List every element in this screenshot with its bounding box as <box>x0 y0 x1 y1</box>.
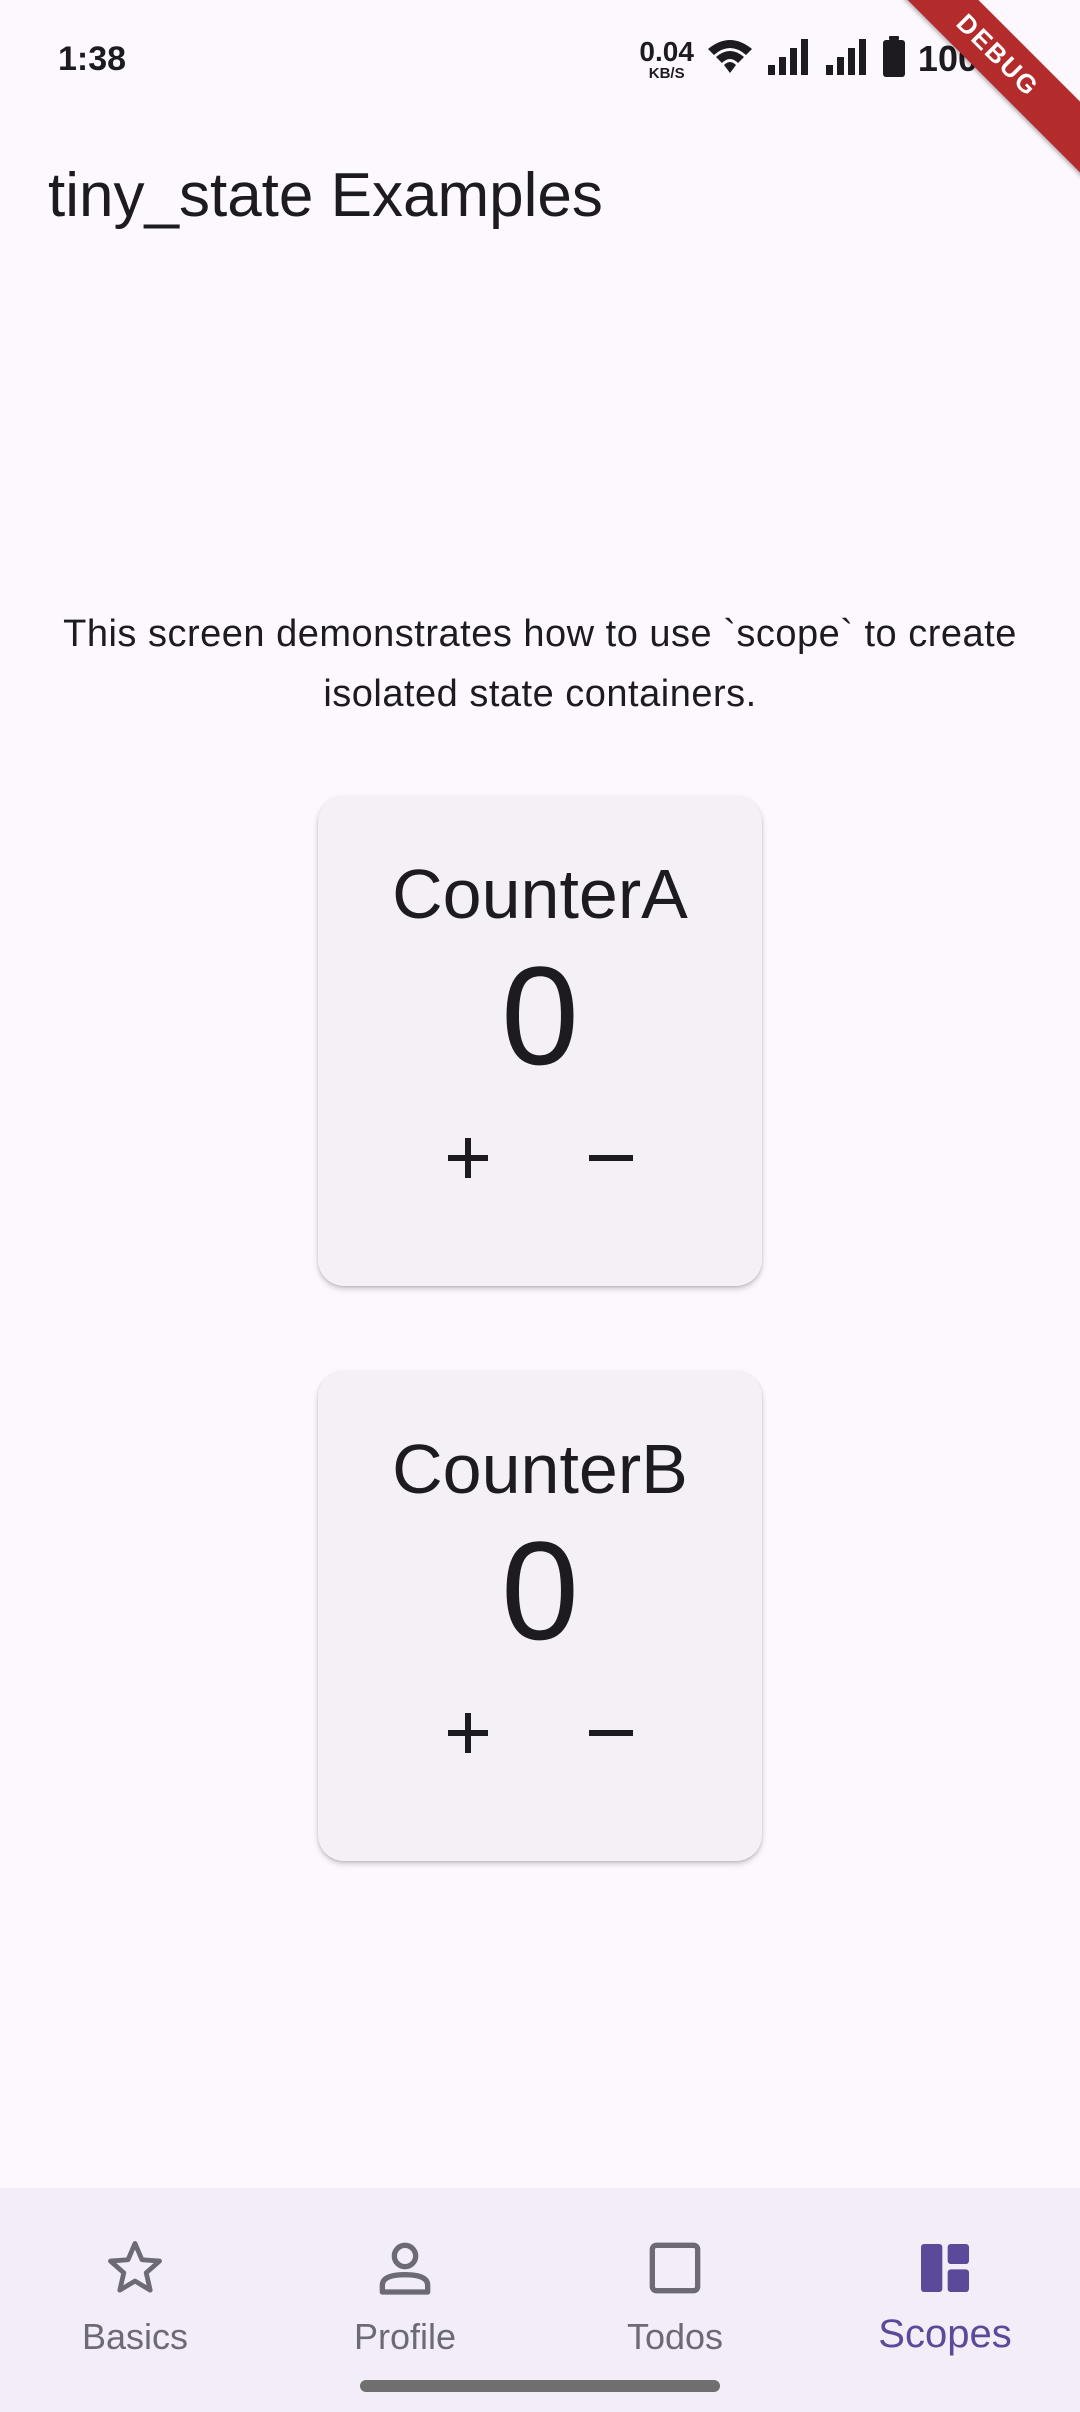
plus-icon <box>444 1134 492 1187</box>
star-icon <box>85 2218 185 2318</box>
counter-value: 0 <box>501 937 579 1094</box>
minus-icon <box>587 1709 635 1762</box>
network-speed-unit: KB/S <box>648 64 685 82</box>
counter-value: 0 <box>501 1512 579 1669</box>
nav-item-todos[interactable]: Todos <box>540 2188 810 2412</box>
counter-name: CounterA <box>392 855 688 933</box>
home-indicator[interactable] <box>360 2380 720 2392</box>
counter-card-a: CounterA 0 <box>318 796 762 1286</box>
increment-button[interactable] <box>420 1112 516 1208</box>
status-bar: 1:38 0.04 KB/S 100% <box>0 0 1080 120</box>
decrement-button[interactable] <box>563 1112 659 1208</box>
counter-name: CounterB <box>392 1430 688 1508</box>
nav-item-basics[interactable]: Basics <box>0 2188 270 2412</box>
decrement-button[interactable] <box>563 1687 659 1783</box>
nav-label: Profile <box>353 2316 457 2357</box>
nav-label: Todos <box>626 2316 724 2357</box>
nav-label: Scopes <box>878 2312 1012 2356</box>
counter-card-b: CounterB 0 <box>318 1371 762 1861</box>
square-icon <box>625 2218 725 2318</box>
bottom-navigation-bar: Basics Profile Todos Scopes <box>0 2188 1080 2412</box>
nav-item-scopes[interactable]: Scopes <box>810 2188 1080 2412</box>
status-time: 1:38 <box>58 40 127 78</box>
signal-icon <box>766 37 812 82</box>
nav-item-profile[interactable]: Profile <box>270 2188 540 2412</box>
minus-icon <box>587 1134 635 1187</box>
page-title: tiny_state Examples <box>48 161 603 230</box>
battery-icon <box>882 35 906 83</box>
network-speed: 0.04 KB/S <box>639 35 694 82</box>
screen-description: This screen demonstrates how to use `sco… <box>63 613 1017 715</box>
signal-icon <box>824 37 870 82</box>
increment-button[interactable] <box>420 1687 516 1783</box>
dashboard-icon <box>895 2218 995 2318</box>
nav-label: Basics <box>81 2316 189 2357</box>
network-speed-value: 0.04 <box>639 35 694 67</box>
person-icon <box>355 2218 455 2318</box>
plus-icon <box>444 1709 492 1762</box>
wifi-icon <box>706 37 754 82</box>
